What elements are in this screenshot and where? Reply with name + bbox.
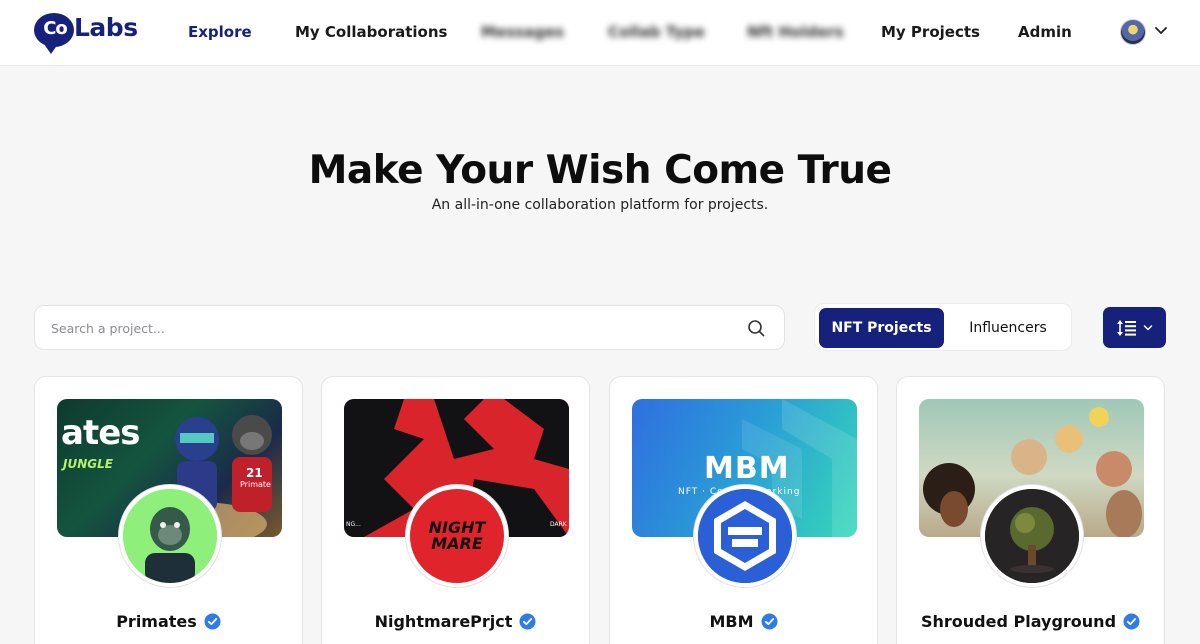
nav-my-collaborations[interactable]: My Collaborations: [295, 23, 447, 41]
project-avatar: [694, 485, 796, 587]
project-avatar: [119, 485, 221, 587]
nav-nft-holders[interactable]: Nft Holders: [747, 23, 844, 41]
jersey-number: 21: [246, 466, 263, 480]
project-name-row: Shrouded Playground: [897, 612, 1164, 631]
top-navbar: Co Labs Explore My Collaborations Messag…: [0, 0, 1200, 66]
colabs-logo[interactable]: Co Labs: [34, 11, 138, 54]
nav-messages[interactable]: Messages: [481, 23, 564, 41]
banner-title-text: ates: [61, 413, 140, 453]
project-name[interactable]: MBM: [709, 612, 753, 631]
verified-badge-icon: [1123, 613, 1140, 630]
project-card[interactable]: Shrouded Playground: [896, 376, 1165, 644]
nav-explore[interactable]: Explore: [188, 23, 252, 41]
tab-influencers[interactable]: Influencers: [949, 308, 1067, 348]
search-input[interactable]: [51, 318, 731, 338]
project-card[interactable]: NG... DARK NIGHT MARE NightmarePrjct: [321, 376, 590, 644]
mbm-logo-art: [698, 489, 792, 583]
search-box[interactable]: [34, 305, 785, 350]
verified-badge-icon: [519, 613, 536, 630]
project-name[interactable]: NightmarePrjct: [375, 612, 513, 631]
user-avatar[interactable]: [1120, 19, 1146, 45]
banner-left-text: NG...: [346, 521, 361, 528]
sort-icon: [1117, 320, 1136, 336]
nightmare-logo-text: NIGHT MARE: [428, 518, 486, 553]
primate-avatar-art: [123, 489, 217, 583]
project-card[interactable]: ates JUNGLE 21 Primate Primates: [34, 376, 303, 644]
chevron-down-icon[interactable]: [1154, 23, 1168, 37]
project-name-row: Primates: [35, 612, 302, 631]
verified-badge-icon: [761, 613, 778, 630]
project-name-row: NightmarePrjct: [322, 612, 589, 631]
project-avatar: NIGHT MARE: [406, 485, 508, 587]
nav-admin[interactable]: Admin: [1018, 23, 1072, 41]
banner-title-text: MBM: [704, 451, 790, 486]
nav-collab-type[interactable]: Collab Type: [608, 23, 705, 41]
tree-avatar-art: [985, 489, 1079, 583]
search-icon[interactable]: [747, 319, 765, 337]
chevron-down-icon: [1143, 325, 1153, 331]
sort-button[interactable]: [1103, 307, 1166, 348]
nav-my-projects[interactable]: My Projects: [881, 23, 980, 41]
project-card[interactable]: MBM NFT · Co... Networking MBM: [609, 376, 878, 644]
project-name[interactable]: Shrouded Playground: [921, 612, 1116, 631]
logo-labs-text: Labs: [74, 13, 138, 42]
jersey-label: Primate: [240, 480, 271, 489]
project-name-row: MBM: [610, 612, 877, 631]
tab-nft-projects[interactable]: NFT Projects: [819, 308, 944, 348]
logo-co-text: Co: [43, 18, 68, 39]
project-avatar: [981, 485, 1083, 587]
user-menu[interactable]: [1120, 19, 1170, 47]
project-type-toggle: NFT Projects Influencers: [814, 303, 1072, 351]
hero-subtitle: An all-in-one collaboration platform for…: [431, 197, 769, 213]
project-name[interactable]: Primates: [116, 612, 197, 631]
banner-right-text: DARK: [550, 521, 567, 528]
banner-sub-text: JUNGLE: [63, 457, 113, 471]
hero-title: Make Your Wish Come True: [308, 148, 892, 193]
verified-badge-icon: [204, 613, 221, 630]
